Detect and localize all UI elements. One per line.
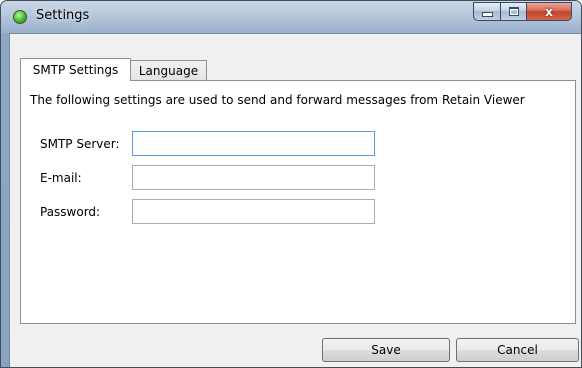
window-title: Settings	[36, 8, 90, 23]
save-button[interactable]: Save	[322, 338, 450, 362]
app-icon	[13, 10, 27, 24]
maximize-button[interactable]	[500, 2, 526, 21]
settings-window: Settings x SMTP Settings Language The fo…	[0, 0, 582, 368]
email-input[interactable]	[132, 165, 375, 190]
tab-language[interactable]: Language	[131, 60, 207, 80]
close-icon: x	[545, 4, 553, 19]
close-button[interactable]: x	[526, 2, 572, 21]
smtp-settings-panel: The following settings are used to send …	[20, 80, 576, 324]
smtp-description: The following settings are used to send …	[30, 93, 525, 107]
tab-smtp-settings[interactable]: SMTP Settings	[20, 58, 131, 81]
minimize-button[interactable]	[473, 2, 500, 21]
client-area: SMTP Settings Language The following set…	[9, 33, 581, 367]
password-label: Password:	[40, 205, 101, 219]
title-bar[interactable]: Settings x	[1, 1, 581, 33]
password-input[interactable]	[132, 199, 375, 224]
smtp-server-input[interactable]	[132, 131, 375, 156]
cancel-button[interactable]: Cancel	[456, 338, 579, 362]
tab-strip: SMTP Settings Language	[20, 58, 207, 81]
smtp-server-label: SMTP Server:	[40, 137, 120, 151]
window-controls: x	[473, 2, 572, 22]
maximize-icon	[508, 7, 519, 16]
minimize-icon	[481, 12, 493, 17]
email-label: E-mail:	[40, 171, 82, 185]
